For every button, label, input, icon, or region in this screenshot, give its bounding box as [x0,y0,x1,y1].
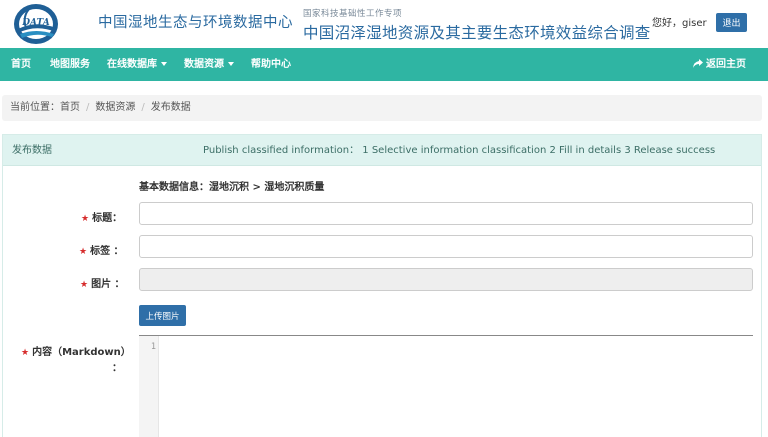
nav-item-label: 在线数据库 [107,59,157,70]
share-arrow-icon [693,59,703,68]
editor-gutter: 1 [139,336,159,437]
project-info: 国家科技基础性工作专项 中国沼泽湿地资源及其主要生态环境效益综合调查 [303,7,651,43]
breadcrumb-item-publish: 发布数据 [150,102,191,113]
logo-text: DATA [21,18,50,28]
logout-button[interactable]: 退出 [716,13,747,32]
globe-logo-icon[interactable]: DATA [12,2,60,46]
nav-item-help-center[interactable]: 帮助中心 [251,48,291,81]
title-label-text: 标题： [92,213,123,224]
nav-item-map-service[interactable]: 地图服务 [50,48,90,81]
tags-label-text: 标签 ： [90,246,124,257]
breadcrumb-item-data-resources[interactable]: 数据资源 [95,102,135,113]
nav-item-online-database[interactable]: 在线数据库 [107,48,167,81]
image-path-input [139,268,753,291]
required-star-icon: ★ [21,348,30,358]
required-star-icon: ★ [79,247,88,257]
publish-panel: 发布数据 Publish classified information： 1 S… [2,134,762,437]
panel-title: 发布数据 [12,145,52,156]
content-label-text: 内容（Markdown） [32,347,131,358]
nav-item-label: 数据资源 [184,59,224,70]
content-label: ★ 内容（Markdown） [21,343,131,358]
nav-item-home[interactable]: 首页 [11,48,31,81]
line-number: 1 [150,342,156,352]
required-star-icon: ★ [80,280,89,290]
header: DATA 中国湿地生态与环境数据中心 国家科技基础性工作专项 中国沼泽湿地资源及… [0,0,768,48]
nav-item-label: 地图服务 [50,59,90,70]
caret-down-icon [161,62,167,66]
title-label: ★ 标题： [81,209,122,224]
upload-image-button[interactable]: 上传图片 [139,305,186,326]
content-label-colon: ： [112,363,122,374]
project-label: 国家科技基础性工作专项 [303,9,403,19]
caret-down-icon [228,62,234,66]
nav-item-label: 帮助中心 [251,59,291,70]
back-home-label: 返回主页 [706,59,746,70]
breadcrumb-separator: / [86,102,90,113]
tags-label: ★ 标签 ： [79,242,124,257]
breadcrumb-separator: / [141,102,145,113]
panel-heading: 发布数据 Publish classified information： 1 S… [3,135,761,166]
back-home-link[interactable]: 返回主页 [693,48,746,81]
title-input[interactable] [139,202,753,225]
breadcrumb-prefix: 当前位置： [10,102,60,113]
nav-item-label: 首页 [11,59,31,70]
markdown-editor[interactable]: 1 [139,335,753,437]
breadcrumb-item-home[interactable]: 首页 [60,102,80,113]
publish-steps: Publish classified information： 1 Select… [203,145,716,156]
nav-item-data-resources[interactable]: 数据资源 [184,48,234,81]
breadcrumb: 当前位置：首页 / 数据资源 / 发布数据 [2,95,762,121]
project-title: 中国沼泽湿地资源及其主要生态环境效益综合调查 [303,24,651,42]
main-navbar: 首页 地图服务 在线数据库 数据资源 帮助中心 返回主页 [0,48,768,81]
site-name[interactable]: 中国湿地生态与环境数据中心 [98,11,293,32]
section-info: 基本数据信息：湿地沉积 > 湿地沉积质量 [139,182,325,193]
required-star-icon: ★ [81,214,90,224]
image-label: ★ 图片 ： [80,275,125,290]
tags-input[interactable] [139,235,753,258]
image-label-text: 图片 ： [91,279,125,290]
user-greeting: 您好，giser [652,18,707,29]
